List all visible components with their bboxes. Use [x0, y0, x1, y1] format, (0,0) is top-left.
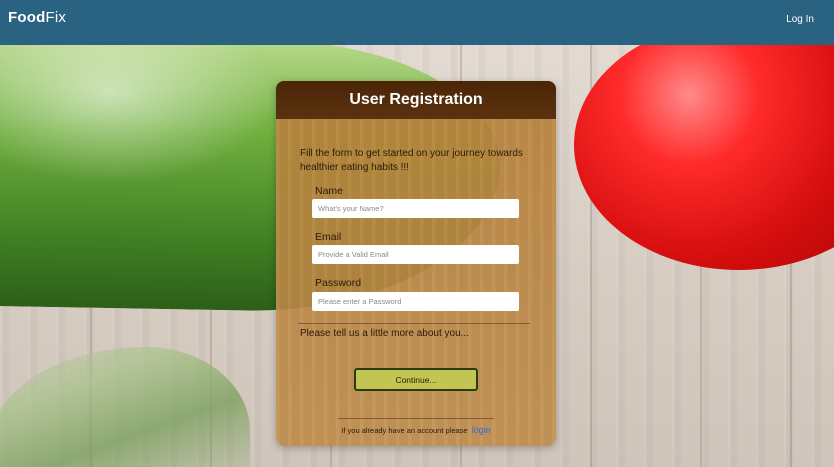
top-navbar: FoodFix Log In — [0, 0, 834, 45]
continue-button[interactable]: Continue... — [354, 368, 478, 391]
footer-login-prompt: If you already have an account please lo… — [276, 425, 556, 435]
tomato-image — [574, 20, 834, 270]
login-nav-link[interactable]: Log In — [786, 14, 814, 25]
more-info-prompt: Please tell us a little more about you..… — [300, 328, 469, 339]
brand-logo[interactable]: FoodFix — [8, 9, 66, 26]
section-divider — [298, 323, 530, 324]
intro-text: Fill the form to get started on your jou… — [300, 148, 523, 173]
password-input[interactable] — [312, 292, 519, 311]
footer-prompt-text: If you already have an account please — [341, 426, 468, 435]
footer-login-link[interactable]: login — [472, 425, 491, 435]
brand-food-text: Food — [8, 9, 46, 26]
footer-divider — [338, 418, 494, 419]
herb-image — [0, 347, 250, 467]
card-title: User Registration — [276, 81, 556, 119]
name-label: Name — [315, 185, 344, 197]
registration-card: User Registration Fill the form to get s… — [276, 81, 556, 446]
email-label: Email — [315, 231, 342, 243]
email-input[interactable] — [312, 245, 519, 264]
password-label: Password — [315, 277, 362, 289]
brand-fix-text: Fix — [45, 9, 67, 26]
name-input[interactable] — [312, 199, 519, 218]
